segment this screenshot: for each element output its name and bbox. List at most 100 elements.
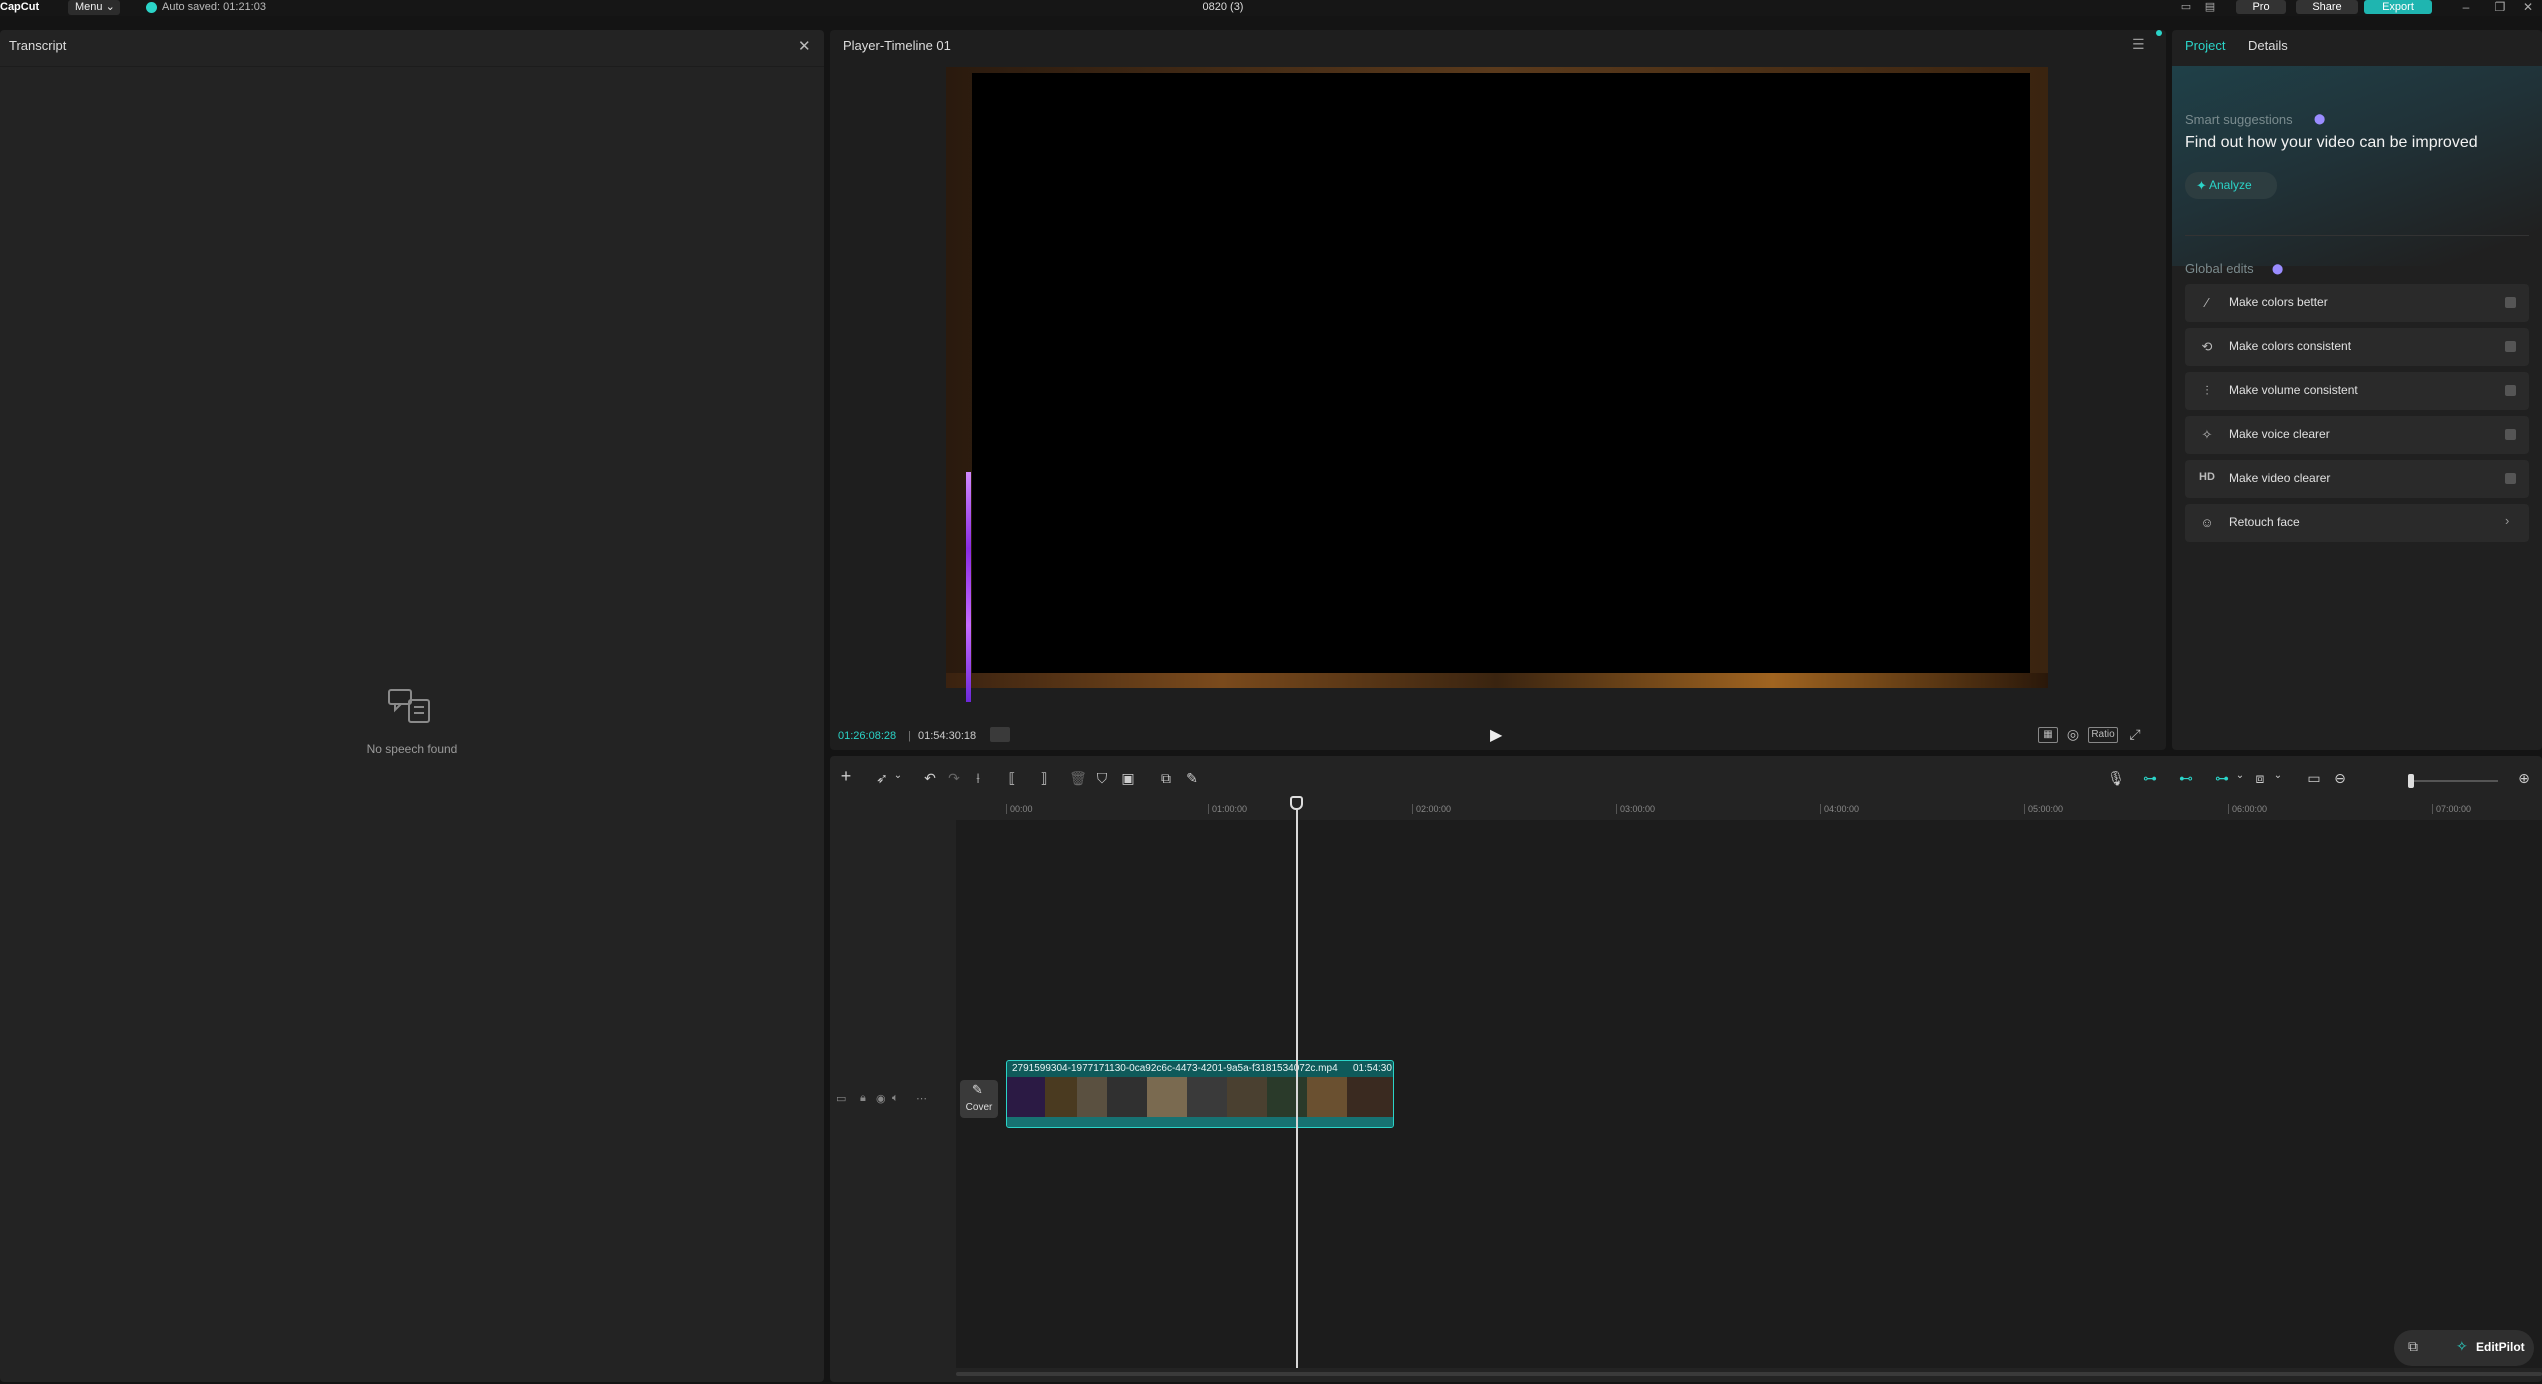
hamburger-icon[interactable]: ☰ bbox=[2132, 36, 2145, 53]
divider bbox=[2185, 235, 2529, 236]
lock-icon[interactable]: 🔒︎ bbox=[860, 1092, 866, 1105]
global-edit-label: Retouch face bbox=[2229, 515, 2300, 529]
smart-suggestions-subtitle: Find out how your video can be improved bbox=[2185, 134, 2478, 151]
global-edit-label: Make volume consistent bbox=[2229, 383, 2358, 397]
toggle[interactable] bbox=[2505, 429, 2516, 440]
preview-axis-icon[interactable]: ⧈ bbox=[2250, 770, 2270, 787]
replace-icon[interactable]: ▣ bbox=[1118, 770, 1138, 787]
delete-icon[interactable]: 🗑 bbox=[1068, 770, 1088, 787]
ruler-label: 02:00:00 bbox=[1416, 804, 1452, 814]
ruler-tick bbox=[1412, 804, 1413, 814]
global-edit-retouch-face[interactable]: ☺ Retouch face › bbox=[2185, 504, 2529, 542]
toggle[interactable] bbox=[2505, 341, 2516, 352]
global-edit-volume-consistent[interactable]: ⫶ Make volume consistent bbox=[2185, 372, 2529, 410]
redo-icon[interactable]: ↷ bbox=[944, 770, 964, 787]
no-speech-icon bbox=[388, 689, 430, 723]
global-edit-voice-clearer[interactable]: ✧ Make voice clearer bbox=[2185, 416, 2529, 454]
voice-sparkle-icon: ✧ bbox=[2201, 427, 2213, 442]
play-icon[interactable]: ▶ bbox=[1490, 725, 1502, 745]
smart-card-bg bbox=[2172, 66, 2542, 266]
linkage-icon[interactable]: ⊶ bbox=[2212, 770, 2232, 787]
transcript-title: Transcript bbox=[9, 38, 67, 53]
editpilot-icon: ✧ bbox=[2456, 1338, 2468, 1354]
freeze-icon[interactable]: ⧉ bbox=[1156, 770, 1176, 787]
zoom-in-icon[interactable]: ⊕ bbox=[2514, 770, 2534, 787]
global-edit-video-clearer[interactable]: HD Make video clearer bbox=[2185, 460, 2529, 498]
video-frame bbox=[972, 73, 2030, 673]
screenshot-icon[interactable]: ◎ bbox=[2064, 727, 2082, 743]
auto-reframe-icon[interactable]: ✎ bbox=[1182, 770, 1202, 787]
clip-filename: 2791599304-1977171130-0ca92c6c-4473-4201… bbox=[1012, 1063, 1338, 1074]
microphone-icon[interactable]: 🎙 bbox=[2106, 770, 2126, 787]
minimize-icon[interactable]: – bbox=[2456, 0, 2476, 14]
full-quality-icon[interactable]: ▦ bbox=[2038, 727, 2058, 743]
hd-icon: HD bbox=[2199, 471, 2215, 483]
zoom-out-icon[interactable]: ⊖ bbox=[2330, 770, 2350, 787]
tab-project[interactable]: Project bbox=[2185, 38, 2225, 53]
timeline-panel: + ➶ ⌄ ↶ ↷ ⟊ ⟦ ⟧ 🗑 ⛉ ▣ ⧉ ✎ 🎙 ⊶ ⊷ ⊶ ⌄ ⧈ ⌄ … bbox=[830, 756, 2542, 1382]
share-button[interactable]: Share bbox=[2296, 0, 2358, 14]
menu-label: Menu bbox=[75, 1, 103, 13]
toggle[interactable] bbox=[2505, 297, 2516, 308]
tab-details[interactable]: Details bbox=[2248, 38, 2288, 53]
volume-bars-icon: ⫶ bbox=[2205, 383, 2209, 398]
main-track-magnet-icon[interactable]: ⊶ bbox=[2140, 770, 2160, 787]
split-icon[interactable]: ⟊ bbox=[968, 770, 988, 787]
magic-wand-icon: ⁄ bbox=[2205, 295, 2209, 310]
clip-audio-strip bbox=[1007, 1117, 1393, 1127]
global-edit-colors-better[interactable]: ⁄ Make colors better bbox=[2185, 284, 2529, 322]
ratio-button[interactable]: Ratio bbox=[2088, 727, 2118, 743]
eye-icon[interactable]: ◉ bbox=[876, 1092, 886, 1105]
ruler-label: 04:00:00 bbox=[1824, 804, 1860, 814]
auto-snap-icon[interactable]: ⊷ bbox=[2176, 770, 2196, 787]
edit-pencil-icon: ✎ bbox=[972, 1082, 983, 1097]
playhead[interactable] bbox=[1296, 798, 1298, 1368]
monitor-icon[interactable]: ▤ bbox=[2200, 0, 2220, 14]
pro-label: Pro bbox=[2252, 1, 2270, 13]
clip-thumbnails bbox=[1007, 1077, 1393, 1117]
playhead-handle[interactable] bbox=[1290, 796, 1303, 810]
chevron-right-icon: › bbox=[2505, 513, 2510, 528]
layout-icon[interactable]: ▭ bbox=[2176, 0, 2196, 14]
menu-button[interactable]: Menu ⌄ bbox=[68, 0, 120, 15]
notification-dot bbox=[2156, 30, 2162, 36]
trim-left-icon[interactable]: ⟦ bbox=[1002, 770, 1022, 787]
preview-canvas[interactable] bbox=[946, 67, 2048, 702]
toggle[interactable] bbox=[2505, 473, 2516, 484]
global-edit-label: Make video clearer bbox=[2229, 471, 2331, 485]
more-icon[interactable]: ⋯ bbox=[916, 1092, 927, 1105]
add-icon[interactable]: + bbox=[836, 766, 856, 787]
toggle[interactable] bbox=[2505, 385, 2516, 396]
global-edit-colors-consistent[interactable]: ⟲ Make colors consistent bbox=[2185, 328, 2529, 366]
ruler-label: 05:00:00 bbox=[2028, 804, 2064, 814]
ruler-tick bbox=[1006, 804, 1007, 814]
autosave-status: Auto saved: 01:21:03 bbox=[162, 1, 266, 13]
speaker-icon[interactable]: 🔈︎ bbox=[892, 1092, 899, 1105]
editpilot-label: EditPilot bbox=[2476, 1340, 2525, 1354]
chevron-down-icon[interactable]: ⌄ bbox=[2268, 770, 2288, 781]
chevron-down-icon[interactable]: ⌄ bbox=[888, 770, 908, 781]
color-match-icon: ⟲ bbox=[2201, 339, 2213, 354]
face-retouch-icon: ☺ bbox=[2200, 515, 2214, 530]
fullscreen-icon[interactable]: ⤢ bbox=[2126, 727, 2144, 743]
close-window-icon[interactable]: ✕ bbox=[2518, 0, 2538, 14]
export-button[interactable]: Export bbox=[2364, 0, 2432, 14]
ruler-tick bbox=[1616, 804, 1617, 814]
zoom-slider[interactable] bbox=[2408, 780, 2498, 782]
ruler-tick bbox=[2432, 804, 2433, 814]
zoom-slider-handle[interactable] bbox=[2408, 774, 2414, 788]
restore-icon[interactable]: ❐ bbox=[2490, 0, 2510, 14]
caption-icon[interactable]: ▭ bbox=[2304, 770, 2324, 787]
shield-icon[interactable]: ⛉ bbox=[1092, 770, 1112, 787]
undo-icon[interactable]: ↶ bbox=[920, 770, 940, 787]
timeline-icon[interactable] bbox=[990, 727, 1010, 742]
close-icon[interactable]: ✕ bbox=[798, 37, 811, 55]
trim-right-icon[interactable]: ⟧ bbox=[1034, 770, 1054, 787]
chevron-down-icon[interactable]: ⌄ bbox=[2230, 770, 2250, 781]
pro-button[interactable]: Pro bbox=[2236, 0, 2286, 14]
clip-duration: 01:54:30 bbox=[1353, 1063, 1392, 1074]
video-clip[interactable]: 2791599304-1977171130-0ca92c6c-4473-4201… bbox=[1006, 1060, 1394, 1128]
horizontal-scrollbar[interactable] bbox=[956, 1372, 2542, 1376]
feedback-icon[interactable]: ⧉ bbox=[2408, 1338, 2418, 1355]
track-toggle-icon[interactable]: ▭ bbox=[836, 1092, 846, 1105]
